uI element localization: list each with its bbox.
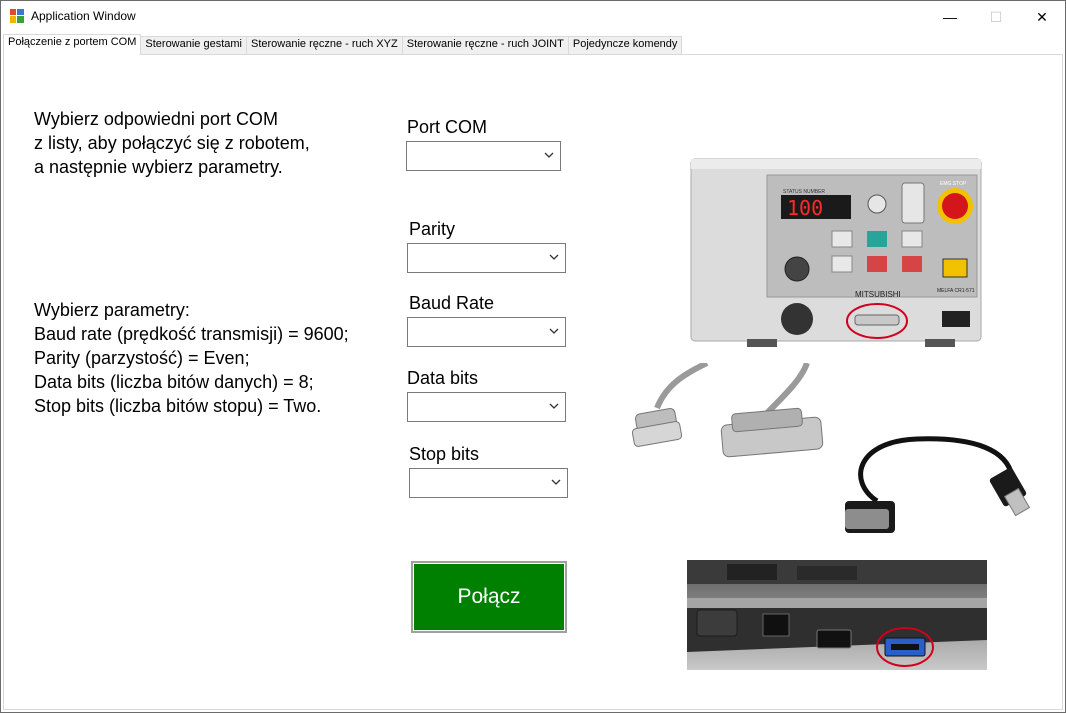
connect-button[interactable]: Połącz	[411, 561, 567, 633]
close-icon: ✕	[1036, 8, 1048, 25]
parity-label: Parity	[409, 219, 456, 239]
close-button[interactable]: ✕	[1019, 1, 1065, 33]
intro-line: z listy, aby połączyć się z robotem,	[34, 133, 310, 153]
display-readout: 100	[787, 196, 823, 220]
tab-gesture-control[interactable]: Sterowanie gestami	[140, 36, 247, 54]
data-bits-select[interactable]	[407, 392, 566, 422]
intro-line: a następnie wybierz parametry.	[34, 157, 283, 177]
serial-cables-image	[631, 363, 824, 458]
tab-strip: Połączenie z portem COM Sterowanie gesta…	[3, 34, 683, 55]
model-label: MELFA CR1-571	[937, 288, 975, 294]
port-com-select[interactable]	[406, 141, 561, 171]
application-window: Application Window — ☐ ✕ Połączenie z po…	[0, 0, 1066, 713]
title-bar: Application Window — ☐ ✕	[1, 1, 1065, 33]
chevron-down-icon	[549, 328, 559, 334]
emg-stop-label: EMG.STOP	[940, 181, 967, 187]
chevron-down-icon	[549, 403, 559, 409]
app-icon	[10, 9, 24, 23]
status-number-label: STATUS NUMBER	[783, 189, 825, 195]
tab-manual-xyz[interactable]: Sterowanie ręczne - ruch XYZ	[246, 36, 403, 54]
tab-manual-joint[interactable]: Sterowanie ręczne - ruch JOINT	[401, 36, 569, 54]
laptop-ports-image	[687, 560, 987, 670]
intro-text: Wybierz odpowiedni port COM z listy, aby…	[34, 107, 310, 179]
parity-select[interactable]	[407, 243, 566, 273]
usb-serial-adapter-image	[845, 436, 1031, 533]
robot-controller-image: STATUS NUMBER 100 EMG.STOP MITSUBISHI ME…	[690, 158, 982, 347]
tab-com-connection[interactable]: Połączenie z portem COM	[3, 34, 142, 55]
parameter-line: Parity (parzystość) = Even;	[34, 348, 250, 368]
intro-line: Wybierz odpowiedni port COM	[34, 109, 278, 129]
maximize-button[interactable]: ☐	[973, 1, 1019, 33]
stop-bits-select[interactable]	[409, 468, 568, 498]
port-com-label: Port COM	[407, 117, 488, 137]
brand-label: MITSUBISHI	[855, 290, 901, 299]
minimize-button[interactable]: —	[927, 1, 973, 33]
window-title: Application Window	[31, 9, 136, 23]
maximize-icon: ☐	[989, 8, 1003, 25]
baud-rate-select[interactable]	[407, 317, 566, 347]
chevron-down-icon	[551, 479, 561, 485]
parameter-line: Data bits (liczba bitów danych) = 8;	[34, 372, 314, 392]
parameter-line: Stop bits (liczba bitów stopu) = Two.	[34, 396, 322, 416]
chevron-down-icon	[544, 152, 554, 158]
stop-bits-label: Stop bits	[409, 444, 480, 464]
baud-rate-label: Baud Rate	[409, 293, 495, 313]
chevron-down-icon	[549, 254, 559, 260]
parameters-text: Wybierz parametry: Baud rate (prędkość t…	[34, 298, 349, 418]
minimize-icon: —	[943, 9, 957, 25]
parameters-heading: Wybierz parametry:	[34, 300, 190, 320]
data-bits-label: Data bits	[407, 368, 479, 388]
tab-single-commands[interactable]: Pojedyncze komendy	[567, 36, 683, 54]
parameter-line: Baud rate (prędkość transmisji) = 9600;	[34, 324, 349, 344]
